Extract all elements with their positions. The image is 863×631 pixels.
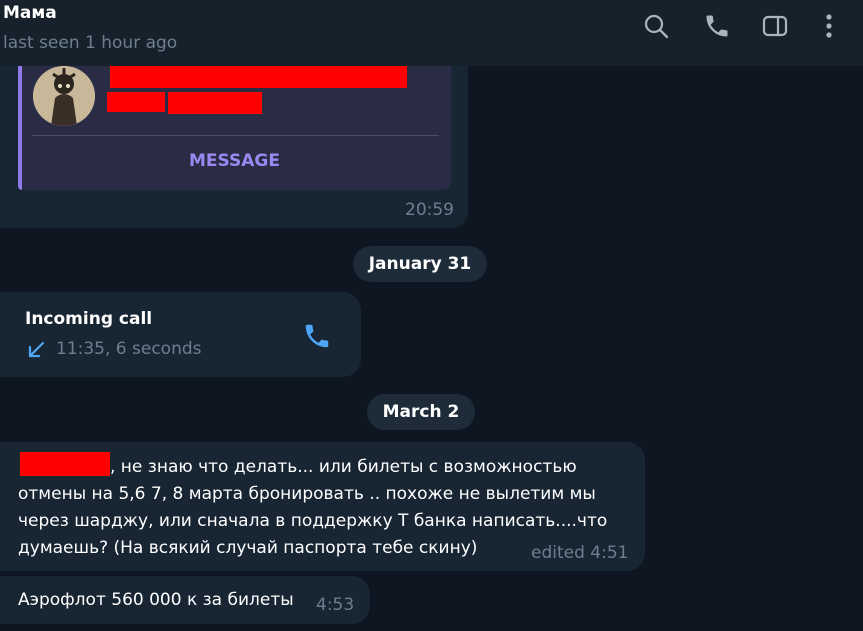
incoming-arrow-icon [26,340,46,360]
message-line: думаешь? (На всякий случай паспорта тебе… [18,538,478,558]
contact-card: MESSAGE [18,66,451,190]
sidebar-panel-icon[interactable] [761,12,789,40]
redacted-contact-phone [107,92,165,112]
contact-status: last seen 1 hour ago [3,33,178,53]
text-message[interactable]: Аэрофлот 560 000 к за билеты 4:53 [0,576,370,624]
date-separator: January 31 [353,246,487,282]
date-separator: March 2 [367,394,475,430]
message-line: отмены на 5,6 7, 8 марта бронировать .. … [18,484,596,504]
redacted-contact-phone-2 [168,92,262,114]
call-detail: 11:35, 6 seconds [56,339,202,359]
chat-header: Мама last seen 1 hour ago [0,0,863,66]
phone-icon[interactable] [703,12,731,40]
message-text: Аэрофлот 560 000 к за билеты [18,590,294,610]
search-icon[interactable] [642,12,670,40]
message-meta: 4:53 [316,595,355,615]
message-contact-button[interactable]: MESSAGE [18,148,451,174]
avatar [33,66,95,126]
contact-name[interactable]: Мама [3,3,57,23]
redacted-name [20,452,110,476]
shared-contact-message[interactable]: MESSAGE 20:59 [0,40,468,228]
text-message[interactable]: , не знаю что делать... или билеты с воз… [0,442,645,571]
call-title: Incoming call [25,309,153,329]
call-back-phone-icon[interactable] [302,321,332,351]
call-message[interactable]: Incoming call 11:35, 6 seconds [0,292,361,377]
redacted-contact-name [110,66,407,88]
message-time: 20:59 [405,200,454,220]
more-vertical-icon[interactable] [815,12,843,40]
card-divider [32,135,439,136]
message-line: , не знаю что делать... или билеты с воз… [110,457,577,477]
message-line: через шарджу, или сначала в поддержку Т … [18,511,608,531]
message-meta: edited 4:51 [531,543,629,563]
